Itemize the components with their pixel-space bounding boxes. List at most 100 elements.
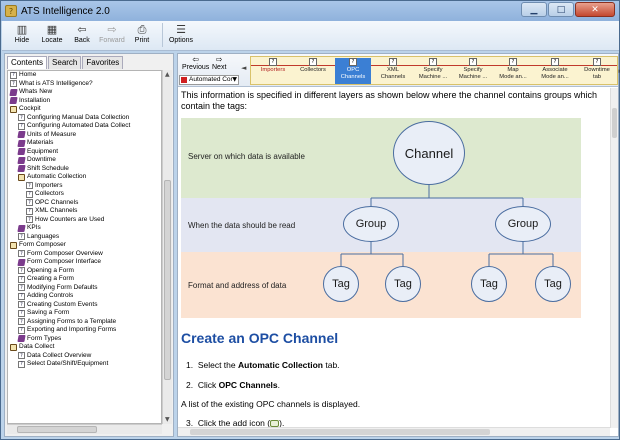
strip-left-arrow-icon[interactable]: ◄ bbox=[241, 64, 246, 72]
tree-item[interactable]: ? Creating Custom Events bbox=[8, 301, 161, 310]
previous-button[interactable]: ⇦ Previous bbox=[182, 56, 209, 72]
tree-item-label: Languages bbox=[27, 232, 60, 240]
tree-item[interactable]: ? Select Date/Shift/Equipment bbox=[8, 360, 161, 369]
title-bar[interactable]: ? ATS Intelligence 2.0 ▁ □ ✕ bbox=[1, 1, 619, 21]
tree-item[interactable]: ? Collectors bbox=[8, 190, 161, 199]
locate-button[interactable]: ▦ Locate bbox=[38, 23, 66, 44]
tree-item[interactable]: ? Creating a Form bbox=[8, 275, 161, 284]
next-icon: ⇨ bbox=[215, 55, 223, 64]
app-icon: ? bbox=[5, 5, 17, 17]
strip-tab[interactable]: ? Specify Machine ... bbox=[455, 58, 491, 84]
scroll-down-icon[interactable]: ▼ bbox=[165, 416, 170, 423]
tree-item[interactable]: Materials bbox=[8, 139, 161, 148]
strip-tab-label: Downtime tab bbox=[584, 67, 610, 80]
closed-book-icon bbox=[17, 139, 26, 147]
topic-dropdown[interactable]: Automated Cor ▼ bbox=[179, 75, 239, 85]
tree-item-label: Adding Controls bbox=[27, 292, 74, 299]
tree-item[interactable]: Downtime bbox=[8, 156, 161, 165]
tree-item[interactable]: KPIs bbox=[8, 224, 161, 233]
tree-item-label: Creating a Form bbox=[27, 275, 74, 282]
tree-item[interactable]: ? XML Channels bbox=[8, 207, 161, 216]
tree-item[interactable]: ? Saving a Form bbox=[8, 309, 161, 318]
tree-vertical-scrollbar[interactable]: ▲ ▼ bbox=[162, 70, 172, 424]
tab-search[interactable]: Search bbox=[48, 56, 82, 69]
tree-item[interactable]: ? Adding Controls bbox=[8, 292, 161, 301]
close-button[interactable]: ✕ bbox=[575, 2, 615, 17]
tree-item[interactable]: ? How Counters are Used bbox=[8, 216, 161, 225]
open-book-icon bbox=[10, 343, 17, 351]
scroll-thumb[interactable] bbox=[17, 426, 97, 433]
closed-book-icon bbox=[17, 258, 26, 266]
topic-vertical-scrollbar[interactable] bbox=[610, 88, 618, 428]
tree-item[interactable]: Form Composer Interface bbox=[8, 258, 161, 267]
help-page-icon: ? bbox=[18, 326, 25, 334]
strip-tab[interactable]: ? Downtime tab bbox=[579, 58, 615, 84]
tree-item[interactable]: Automatic Collection bbox=[8, 173, 161, 182]
scroll-up-icon[interactable]: ▲ bbox=[165, 71, 170, 78]
tree-item[interactable]: ? Home bbox=[8, 71, 161, 80]
minimize-button[interactable]: ▁ bbox=[521, 2, 547, 17]
help-page-icon: ? bbox=[309, 58, 317, 66]
tree-item[interactable]: ? Importers bbox=[8, 182, 161, 191]
strip-tab[interactable]: ? Map Mode an... bbox=[495, 58, 531, 84]
back-button[interactable]: ⇦ Back bbox=[68, 23, 96, 44]
strip-tab[interactable]: ? Associate Mode an... bbox=[537, 58, 573, 84]
maximize-button[interactable]: □ bbox=[548, 2, 574, 17]
tree-item[interactable]: Equipment bbox=[8, 148, 161, 157]
strip-tab-label: Map Mode an... bbox=[499, 67, 527, 80]
tree-horizontal-scrollbar[interactable] bbox=[7, 424, 162, 434]
tab-favorites[interactable]: Favorites bbox=[82, 56, 124, 69]
tree-item[interactable]: Whats New bbox=[8, 88, 161, 97]
options-button[interactable]: ☰ Options bbox=[167, 23, 195, 44]
strip-tab[interactable]: ? Specify Machine ... bbox=[415, 58, 451, 84]
tree-item[interactable]: ? Data Collect Overview bbox=[8, 352, 161, 361]
help-page-icon: ? bbox=[18, 250, 25, 258]
tree-item[interactable]: Cockpit bbox=[8, 105, 161, 114]
tree-item-label: How Counters are Used bbox=[35, 215, 105, 223]
print-button[interactable]: ⎙ Print bbox=[128, 23, 156, 44]
help-page-icon: ? bbox=[551, 58, 559, 66]
tree-item[interactable]: ? What is ATS Intelligence? bbox=[8, 80, 161, 89]
tree-item[interactable]: Form Types bbox=[8, 335, 161, 344]
tree-item-label: Saving a Form bbox=[27, 309, 70, 316]
tree-item[interactable]: Form Composer bbox=[8, 241, 161, 250]
group-node: Group bbox=[495, 206, 551, 242]
next-button[interactable]: ⇨ Next bbox=[212, 55, 226, 72]
scroll-thumb[interactable] bbox=[190, 429, 490, 435]
tree-item[interactable]: Units of Measure bbox=[8, 131, 161, 140]
closed-book-icon bbox=[17, 156, 26, 164]
tree-item[interactable]: Data Collect bbox=[8, 343, 161, 352]
scroll-thumb[interactable] bbox=[164, 180, 171, 380]
scroll-thumb[interactable] bbox=[612, 108, 617, 138]
strip-tab[interactable]: ? Collectors bbox=[295, 58, 331, 84]
help-page-icon: ? bbox=[18, 122, 25, 130]
tree-item[interactable]: ? Opening a Form bbox=[8, 267, 161, 276]
topic-horizontal-scrollbar[interactable] bbox=[178, 427, 610, 436]
tree-item-label: Configuring Automated Data Collect bbox=[27, 122, 131, 129]
tree-item-label: Select Date/Shift/Equipment bbox=[27, 360, 109, 367]
tag-node: Tag bbox=[471, 266, 507, 302]
tree-item[interactable]: ? Exporting and Importing Forms bbox=[8, 326, 161, 335]
tree-item[interactable]: ? Configuring Automated Data Collect bbox=[8, 122, 161, 131]
topic-pane: ⇦ Previous ⇨ Next Automated Cor ▼ ◄ ? Imp… bbox=[177, 53, 620, 437]
tab-contents[interactable]: Contents bbox=[7, 56, 48, 69]
tree-item[interactable]: Installation bbox=[8, 97, 161, 106]
tree-item[interactable]: ? Modifying Form Defaults bbox=[8, 284, 161, 293]
help-page-icon: ? bbox=[10, 80, 17, 88]
tree-item-label: Opening a Form bbox=[27, 266, 74, 274]
tree-item[interactable]: ? OPC Channels bbox=[8, 199, 161, 208]
tree-item[interactable]: ? Configuring Manual Data Collection bbox=[8, 114, 161, 123]
hide-button[interactable]: ▥ Hide bbox=[8, 23, 36, 44]
tree-item[interactable]: Shift Schedule bbox=[8, 165, 161, 174]
result-text: A list of the existing OPC channels is d… bbox=[181, 399, 361, 409]
strip-tab[interactable]: ? Importers bbox=[255, 58, 291, 84]
app-window: ? ATS Intelligence 2.0 ▁ □ ✕ ▥ Hide ▦ Lo… bbox=[0, 0, 620, 440]
tree-item[interactable]: ? Form Composer Overview bbox=[8, 250, 161, 259]
forward-button[interactable]: ⇨ Forward bbox=[98, 23, 126, 44]
tree-item-label: Form Composer Interface bbox=[27, 258, 102, 265]
tree-item-label: Downtime bbox=[27, 156, 56, 163]
strip-tab[interactable]: ? XML Channels bbox=[375, 58, 411, 84]
tree-item[interactable]: ? Assigning Forms to a Template bbox=[8, 318, 161, 327]
tree-item[interactable]: ? Languages bbox=[8, 233, 161, 242]
strip-tab[interactable]: ? OPC Channels bbox=[335, 58, 371, 84]
